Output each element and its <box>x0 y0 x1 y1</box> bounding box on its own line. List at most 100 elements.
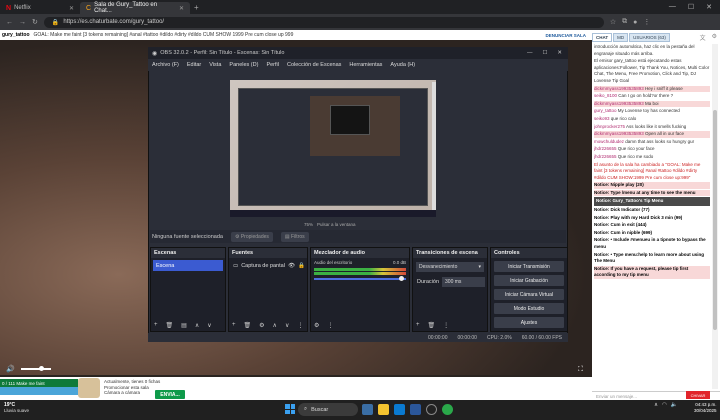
url-input[interactable]: 🔒 https://es.chaturbate.com/gury_tattoo/ <box>43 16 604 28</box>
volume-slider[interactable] <box>314 276 406 281</box>
chat-username[interactable]: seiko93 <box>594 116 610 121</box>
up-icon[interactable]: ∧ <box>195 322 199 329</box>
wifi-icon[interactable]: ◠ <box>662 402 667 408</box>
transition-select[interactable]: Desvanecimiento ▾ <box>416 262 484 272</box>
menu-ayuda[interactable]: Ayuda (H) <box>390 62 415 68</box>
forward-icon[interactable]: → <box>19 19 26 26</box>
chat-text: Notice: Dick Indicator (77) <box>594 207 650 213</box>
close-tab-icon[interactable]: ✕ <box>179 5 184 12</box>
speaker-icon[interactable]: 🔈 <box>671 402 678 408</box>
back-icon[interactable]: ← <box>6 19 13 26</box>
send-tip-button[interactable]: ENVIA... <box>155 390 185 399</box>
extensions-icon[interactable]: ⧉ <box>622 18 627 26</box>
delete-icon[interactable]: 🗑 <box>428 322 436 329</box>
delete-icon[interactable]: 🗑 <box>244 322 252 329</box>
add-icon[interactable]: + <box>232 322 236 329</box>
maximize-button[interactable]: ☐ <box>688 3 694 11</box>
obs-close-button[interactable]: ✕ <box>557 50 562 56</box>
chat-username[interactable]: jhdr226655 <box>594 154 617 159</box>
taskbar-clock[interactable]: 04:43 p.m. 30/04/2025 <box>694 402 717 414</box>
tab-netflix[interactable]: N Netflix ✕ <box>0 2 80 14</box>
word-icon[interactable] <box>410 404 421 415</box>
filter-icon[interactable]: ▤ <box>181 322 187 329</box>
chat-username[interactable]: dickmmyass1993535893 <box>594 131 644 136</box>
chevron-up-icon[interactable]: ∧ <box>654 402 658 408</box>
source-item[interactable]: ▭ Captura de pantal 👁 🔒 <box>231 260 305 271</box>
tab-pm[interactable]: MD <box>613 33 629 42</box>
gear-icon[interactable]: ⚙ <box>712 33 717 42</box>
close-tab-icon[interactable]: ✕ <box>69 5 74 12</box>
menu-paneles[interactable]: Paneles (D) <box>229 62 258 68</box>
obs-minimize-button[interactable]: — <box>527 50 533 56</box>
obs-maximize-button[interactable]: ☐ <box>542 50 547 56</box>
broadcaster-name[interactable]: gury_tattoo <box>2 32 30 38</box>
star-icon[interactable]: ☆ <box>610 18 616 26</box>
menu-perfil[interactable]: Perfil <box>266 62 279 68</box>
windows-start-icon[interactable] <box>285 404 295 414</box>
zoom-level[interactable]: 75% <box>304 222 313 227</box>
delete-icon[interactable]: 🗑 <box>166 322 174 329</box>
chat-username[interactable]: dickmmyass1993535893 <box>594 101 644 106</box>
scene-item[interactable]: Escena <box>153 260 223 271</box>
minimize-button[interactable]: — <box>669 3 676 11</box>
menu-herramientas[interactable]: Herramientas <box>349 62 382 68</box>
cam2cam-link[interactable]: Cámara a cámara <box>104 390 160 396</box>
more-icon[interactable]: ⋮ <box>327 322 333 329</box>
gear-icon[interactable]: ⚙ <box>259 322 264 329</box>
taskbar-search[interactable]: ⌕ Buscar <box>298 403 358 416</box>
more-icon[interactable]: ⋮ <box>443 322 449 329</box>
translate-icon[interactable]: 文 <box>700 33 706 42</box>
close-button[interactable]: ✕ <box>706 3 712 11</box>
menu-icon[interactable]: ⋮ <box>643 18 650 26</box>
start-recording-button[interactable]: Iniciar Grabación <box>494 275 564 286</box>
report-button[interactable]: CHIVAR <box>686 391 710 399</box>
down-icon[interactable]: ∨ <box>285 322 289 329</box>
duration-input[interactable]: 300 ms <box>442 276 485 287</box>
chat-username[interactable]: gury_tattoo <box>594 108 617 113</box>
volume-slider[interactable] <box>20 366 51 371</box>
add-icon[interactable]: + <box>154 322 158 329</box>
task-view-icon[interactable] <box>362 404 373 415</box>
chat-username[interactable]: seiko_8100 <box>594 93 617 98</box>
start-virtual-camera-button[interactable]: Iniciar Cámara Virtual <box>494 289 564 300</box>
chat-scroll-thumb[interactable] <box>713 110 717 330</box>
chat-username[interactable]: mowchuldudez <box>594 139 624 144</box>
weather-widget[interactable]: 19°C Lluvia suave <box>4 402 29 414</box>
more-icon[interactable]: ⋮ <box>297 322 303 329</box>
tab-users[interactable]: USUARIOS (63) <box>629 33 670 42</box>
track-db: 0.0 dB <box>392 260 406 265</box>
new-tab-button[interactable]: + <box>194 3 199 12</box>
fullscreen-icon[interactable]: ⛶ <box>578 366 583 374</box>
eye-icon[interactable]: 👁 <box>288 263 295 269</box>
tab-chaturbate[interactable]: C Sala de Gury_Tattoo en Chat... ✕ <box>80 2 190 14</box>
gear-icon[interactable]: ⚙ <box>314 322 319 329</box>
chrome-icon[interactable] <box>442 404 453 415</box>
chat-username[interactable]: jhdr226655 <box>594 146 617 151</box>
lock-icon[interactable]: 🔒 <box>298 263 305 269</box>
menu-vista[interactable]: Vista <box>209 62 221 68</box>
chat-username[interactable]: johnprocker275 <box>594 124 625 129</box>
reload-icon[interactable]: ↻ <box>32 18 38 26</box>
down-icon[interactable]: ∨ <box>207 322 211 329</box>
add-icon[interactable]: + <box>416 322 420 329</box>
volume-icon[interactable]: 🔊 <box>6 365 15 373</box>
chat-username[interactable]: dickmmyass1993535893 <box>594 86 644 91</box>
settings-button[interactable]: Ajustes <box>494 317 564 328</box>
chat-message: dickmmyass1993535893 Hey i sniff it plea… <box>594 85 710 93</box>
menu-editar[interactable]: Editar <box>187 62 201 68</box>
tab-chat[interactable]: CHAT <box>592 33 613 42</box>
menu-archivo[interactable]: Archivo (F) <box>152 62 179 68</box>
studio-mode-button[interactable]: Modo Estudio <box>494 303 564 314</box>
report-room-link[interactable]: DENUNCIAR SALA <box>546 33 587 38</box>
start-stream-button[interactable]: Iniciar Transmisión <box>494 261 564 272</box>
room-subject: GOAL: Make me faint [3 tokens remaining]… <box>33 32 294 38</box>
file-explorer-icon[interactable] <box>378 404 389 415</box>
filters-button[interactable]: ▤ Filtros <box>280 231 309 242</box>
edge-icon[interactable] <box>394 404 405 415</box>
fit-window-label[interactable]: Pulsar a la ventana <box>317 222 356 227</box>
menu-coleccion[interactable]: Colección de Escenas <box>287 62 341 68</box>
profile-icon[interactable]: ● <box>633 19 637 26</box>
obs-taskbar-icon[interactable] <box>426 404 437 415</box>
up-icon[interactable]: ∧ <box>273 322 277 329</box>
properties-button[interactable]: ⚙ Propiedades <box>230 231 273 242</box>
